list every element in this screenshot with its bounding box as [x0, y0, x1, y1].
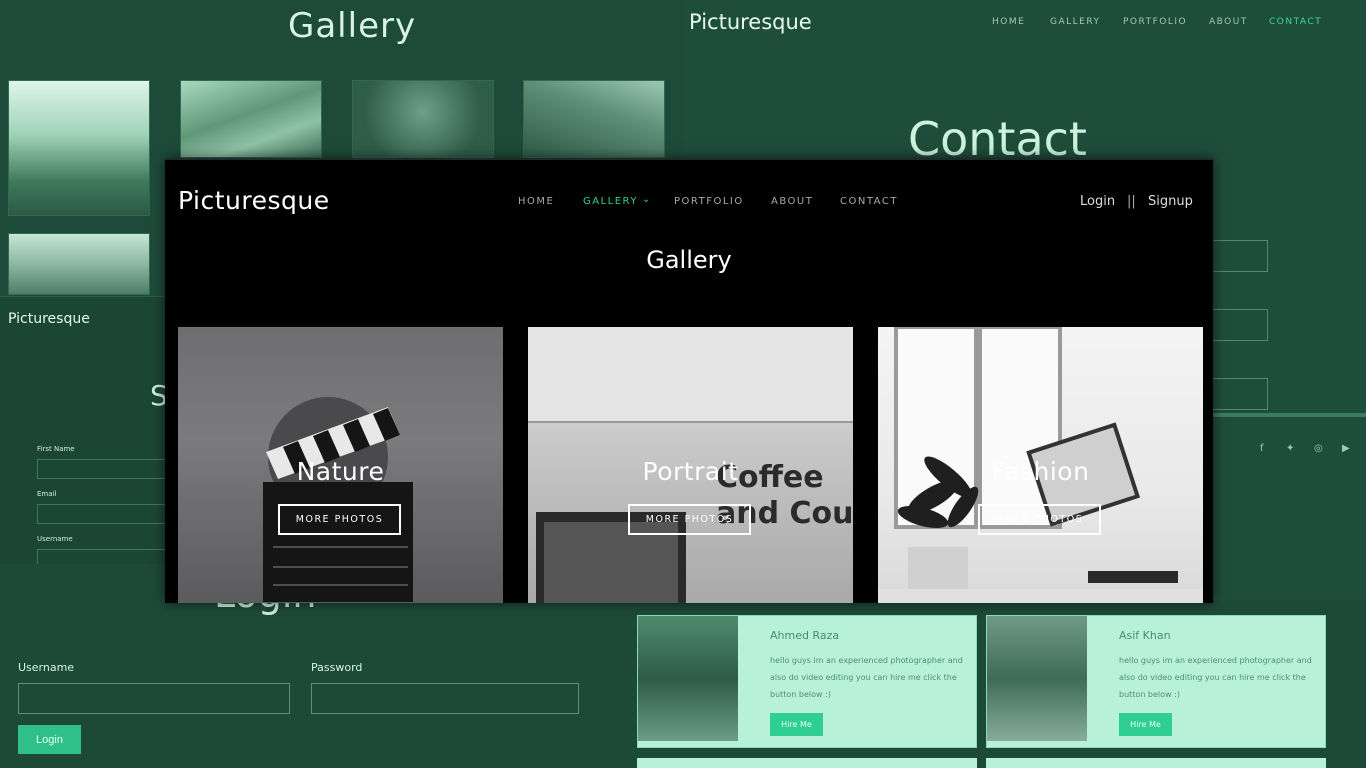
profile-card	[637, 758, 977, 768]
classroom-thumbnail[interactable]	[8, 233, 150, 295]
avatar	[638, 616, 738, 741]
profile-card: Ahmed Raza hello guys im an experienced …	[637, 615, 977, 748]
gallery-card-portrait[interactable]: Coffee and Coup Portrait MORE PHOTOS	[528, 327, 853, 603]
hire-me-button[interactable]: Hire Me	[770, 713, 823, 736]
profile-name: Ahmed Raza	[770, 629, 840, 642]
username-input[interactable]	[37, 549, 177, 564]
signup-brand[interactable]: Picturesque	[8, 311, 90, 327]
category-caption: Portrait	[642, 457, 739, 486]
signup-link[interactable]: Signup	[1148, 194, 1193, 209]
twitter-icon[interactable]: ✦	[1286, 443, 1294, 454]
more-photos-button[interactable]: MORE PHOTOS	[978, 504, 1101, 535]
username-input[interactable]	[18, 683, 290, 714]
mountain-road-thumbnail[interactable]	[180, 80, 322, 158]
username-label: Username	[37, 535, 73, 543]
email-label: Email	[37, 490, 57, 498]
password-input[interactable]	[311, 683, 579, 714]
contact-email-field[interactable]	[1212, 309, 1268, 341]
valley-thumbnail[interactable]	[523, 80, 665, 158]
facebook-icon[interactable]: f	[1260, 443, 1264, 454]
gallery-card-nature[interactable]: Nature MORE PHOTOS	[178, 327, 503, 603]
password-label: Password	[311, 661, 363, 674]
more-photos-button[interactable]: MORE PHOTOS	[628, 504, 751, 535]
nav-about[interactable]: ABOUT	[771, 196, 813, 207]
gallery-window: Picturesque HOME GALLERY ⌄ PORTFOLIO ABO…	[165, 158, 1213, 603]
contact-nav-portfolio[interactable]: PORTFOLIO	[1123, 17, 1187, 27]
username-label: Username	[18, 661, 75, 674]
contact-nav-contact[interactable]: CONTACT	[1269, 17, 1322, 27]
contact-name-field[interactable]	[1212, 240, 1268, 272]
profile-name: Asif Khan	[1119, 629, 1171, 642]
first-name-input[interactable]	[37, 459, 177, 479]
divider	[1212, 413, 1366, 417]
youtube-icon[interactable]: ▶	[1342, 443, 1350, 454]
nav-gallery[interactable]: GALLERY	[583, 196, 638, 207]
page-title: Gallery	[646, 246, 732, 274]
contact-nav-about[interactable]: ABOUT	[1209, 17, 1248, 27]
hire-me-button[interactable]: Hire Me	[1119, 713, 1172, 736]
email-input[interactable]	[37, 504, 177, 524]
login-button[interactable]: Login	[18, 725, 81, 754]
chevron-down-icon[interactable]: ⌄	[642, 194, 650, 205]
instagram-icon[interactable]: ◎	[1314, 443, 1323, 454]
more-photos-button[interactable]: MORE PHOTOS	[278, 504, 401, 535]
auth-separator: ||	[1127, 194, 1136, 209]
profile-card	[986, 758, 1326, 768]
profile-description: hello guys im an experienced photographe…	[1119, 656, 1312, 699]
contact-message-field[interactable]	[1212, 378, 1268, 410]
gallery-card-fashion[interactable]: Fashion MORE PHOTOS	[878, 327, 1203, 603]
profile-card: Asif Khan hello guys im an experienced p…	[986, 615, 1326, 748]
login-link[interactable]: Login	[1080, 194, 1115, 209]
avatar	[987, 616, 1087, 741]
category-caption: Fashion	[991, 457, 1090, 486]
nav-portfolio[interactable]: PORTFOLIO	[674, 196, 744, 207]
profile-description: hello guys im an experienced photographe…	[770, 656, 963, 699]
forest-thumbnail[interactable]	[8, 80, 150, 216]
contact-nav-gallery[interactable]: GALLERY	[1050, 17, 1101, 27]
nav-contact[interactable]: CONTACT	[840, 196, 898, 207]
butterfly-thumbnail[interactable]	[352, 80, 494, 158]
contact-brand[interactable]: Picturesque	[689, 10, 812, 34]
gallery-heading: Gallery	[288, 6, 417, 46]
site-logo[interactable]: Picturesque	[178, 186, 330, 215]
first-name-label: First Name	[37, 445, 75, 453]
category-caption: Nature	[296, 457, 385, 486]
contact-nav-home[interactable]: HOME	[992, 17, 1025, 27]
nav-home[interactable]: HOME	[518, 196, 554, 207]
